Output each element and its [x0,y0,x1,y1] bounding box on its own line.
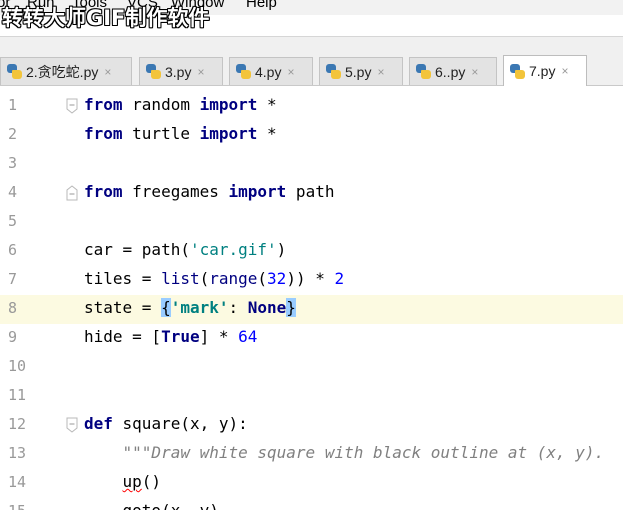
code-line[interactable]: 6 car = path('car.gif') [0,237,623,266]
python-file-icon [510,63,525,79]
line-number: 9 [8,328,18,346]
tab-label: 5.py [345,63,372,80]
tab-2-snake-py[interactable]: 2.贪吃蛇.py × [0,57,132,85]
line-number: 13 [8,444,27,462]
close-icon[interactable]: × [471,65,478,79]
tab-label: 6..py [435,63,466,80]
matched-brace: { [161,298,171,317]
line-number: 3 [8,154,18,172]
code-line[interactable]: 14 up() [0,469,623,498]
line-number: 12 [8,415,27,433]
line-number: 8 [8,299,18,317]
line-number: 5 [8,212,18,230]
code-line[interactable]: 1 from random import * [0,92,623,121]
docstring-text: """Draw white square with black outline … [84,443,605,462]
code-line[interactable]: 9 hide = [True] * 64 [0,324,623,353]
tab-label: 3.py [165,63,192,80]
fold-marker-icon[interactable] [66,185,78,201]
line-number: 4 [8,183,18,201]
code-text: from random import * [84,95,277,114]
editor-tab-strip: 2.贪吃蛇.py × 3.py × 4.py × 5.py × 6..py × … [0,36,623,86]
code-line[interactable]: 4 from freegames import path [0,179,623,208]
line-number: 1 [8,96,18,114]
python-file-icon [146,64,161,79]
code-text: from freegames import path [84,182,335,201]
tab-label: 2.贪吃蛇.py [26,63,99,80]
line-number: 14 [8,473,27,491]
line-number: 6 [8,241,18,259]
menu-help[interactable]: Help [246,0,277,11]
fold-marker-icon[interactable] [66,98,78,114]
close-icon[interactable]: × [561,64,568,78]
code-line[interactable]: 11 [0,382,623,411]
tab-5-py[interactable]: 5.py × [319,57,403,85]
code-text: def square(x, y): [84,414,248,433]
close-icon[interactable]: × [197,65,204,79]
close-icon[interactable]: × [104,65,111,79]
close-icon[interactable]: × [377,65,384,79]
python-file-icon [416,64,431,79]
tab-label: 7.py [529,63,556,79]
code-line[interactable]: 7 tiles = list(range(32)) * 2 [0,266,623,295]
code-line[interactable]: 3 [0,150,623,179]
code-text: car = path('car.gif') [84,240,287,259]
code-text: goto(x, y) [84,501,219,510]
code-text: tiles = list(range(32)) * 2 [84,269,345,288]
python-file-icon [7,64,22,79]
code-text: hide = [True] * 64 [84,327,258,346]
line-number: 7 [8,270,18,288]
warning-underlined-call: up [122,472,142,491]
code-line-current[interactable]: 8 state = {'mark': None} [0,295,623,324]
line-number: 10 [8,357,27,375]
code-text: up() [122,472,162,491]
line-number: 15 [8,502,38,510]
fold-marker-icon[interactable] [66,417,78,433]
close-icon[interactable]: × [287,65,294,79]
code-line[interactable]: 10 [0,353,623,382]
code-line[interactable]: 15 goto(x, y) [0,498,623,510]
line-number: 11 [8,386,27,404]
line-number: 2 [8,125,18,143]
code-text: from turtle import * [84,124,277,143]
code-line[interactable]: 12 def square(x, y): [0,411,623,440]
python-file-icon [236,64,251,79]
watermark-text: 转转大师GIF制作软件 [2,6,210,30]
code-text: state = {'mark': None} [84,298,296,317]
tab-3-py[interactable]: 3.py × [139,57,223,85]
code-line[interactable]: 5 [0,208,623,237]
tab-6-py[interactable]: 6..py × [409,57,497,85]
code-editor[interactable]: 1 from random import * 2 from turtle imp… [0,87,623,510]
tab-4-py[interactable]: 4.py × [229,57,313,85]
code-line[interactable]: 2 from turtle import * [0,121,623,150]
matched-brace: } [286,298,296,317]
tab-label: 4.py [255,63,282,80]
python-file-icon [326,64,341,79]
code-line[interactable]: 13 """Draw white square with black outli… [0,440,623,469]
tab-7-py[interactable]: 7.py × [503,55,587,86]
